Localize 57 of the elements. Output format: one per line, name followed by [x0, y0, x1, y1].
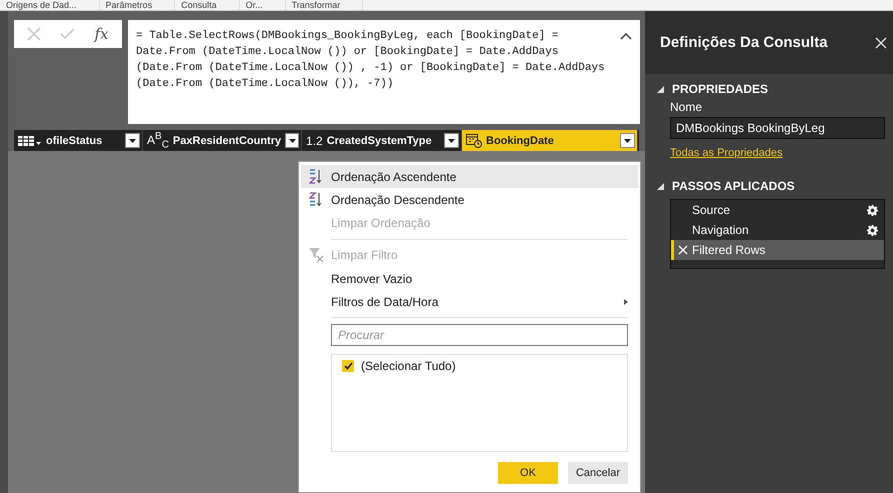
checkmark-icon[interactable] [60, 28, 76, 40]
applied-step[interactable]: Filtered Rows [671, 240, 884, 260]
all-properties-link[interactable]: Todas as Propriedades [670, 147, 783, 159]
ribbon-tab[interactable]: Origens de Dad... [0, 0, 100, 10]
step-label: Navigation [692, 223, 750, 237]
section-title: PASSOS APLICADOS [672, 179, 795, 193]
clear-filter-icon [308, 248, 324, 262]
ribbon-tab[interactable]: Parâmetros [100, 0, 176, 10]
cancel-button[interactable]: Cancelar [568, 462, 628, 484]
calendar-clock-icon [466, 134, 482, 148]
formula-editor[interactable] [128, 20, 640, 124]
ribbon-tab[interactable]: Transformar [286, 0, 364, 10]
delete-icon[interactable] [678, 245, 688, 255]
menu-item[interactable]: Ordenação Descendente [301, 188, 638, 212]
section-title: PROPRIEDADES [672, 82, 768, 96]
ribbon-tab[interactable]: Consulta [175, 0, 240, 10]
caret-icon [129, 138, 136, 142]
ok-button[interactable]: OK [498, 462, 558, 484]
caret-icon [624, 138, 631, 142]
column-name: ofileStatus [46, 134, 104, 146]
chevron-up-icon[interactable] [620, 32, 632, 40]
gear-icon[interactable] [867, 224, 878, 236]
applied-step[interactable]: Source [671, 200, 884, 220]
menu-item[interactable]: Ordenação Ascendente [301, 165, 638, 188]
caret-icon [448, 138, 455, 142]
formula-text: = Table.SelectRows(DMBookings_BookingByLeg, each [BookingDate] = Date.From (DateTime.LocalNow ()) or [BookingDate] = Date.AddDays (Date.From (DateTime.LocalNow ()) , -1) or [BookingDate] = Date.AddDays (Date.From (DateTime.LocalNow ()), -7)) [136, 29, 606, 92]
checkbox[interactable] [342, 360, 354, 372]
column-name: PaxResidentCountry [172, 134, 282, 146]
collapse-triangle-icon[interactable] [657, 86, 664, 92]
menu-item[interactable]: Filtros de Data/Hora [301, 290, 638, 314]
ribbon-tab[interactable]: Or... [240, 0, 286, 10]
field-label: Nome [670, 100, 704, 114]
filter-dropdown-button[interactable] [285, 133, 299, 148]
filter-dropdown-button[interactable] [620, 133, 635, 148]
filter-dropdown-button[interactable] [444, 133, 459, 148]
column-name: CreatedSystemType [326, 134, 433, 146]
name-field[interactable]: DMBookings BookingByLeg [670, 117, 885, 139]
applied-step[interactable]: Navigation [671, 220, 884, 240]
sort-descending-icon [309, 192, 323, 208]
menu-item[interactable]: Remover Vazio [301, 266, 638, 290]
step-label: Source [692, 203, 732, 217]
caret-icon [288, 138, 296, 142]
checkbox-label: (Selecionar Tudo) [361, 358, 456, 373]
table-icon[interactable] [18, 134, 42, 146]
panel-title: Definições Da Consulta [660, 34, 828, 51]
close-button[interactable] [875, 36, 887, 48]
search-field[interactable]: Procurar [331, 324, 628, 346]
step-label: Filtered Rows [692, 243, 766, 257]
function-label[interactable]: fx [94, 25, 108, 43]
type-label: 1.2 [306, 134, 323, 148]
gear-icon[interactable] [867, 204, 878, 216]
filter-dropdown-button[interactable] [125, 133, 140, 148]
column-header[interactable]: BookingDate [462, 130, 638, 151]
column-name: BookingDate [486, 134, 555, 146]
submenu-arrow-icon [624, 298, 628, 305]
collapse-triangle-icon[interactable] [657, 182, 664, 190]
sort-ascending-icon [309, 169, 323, 184]
